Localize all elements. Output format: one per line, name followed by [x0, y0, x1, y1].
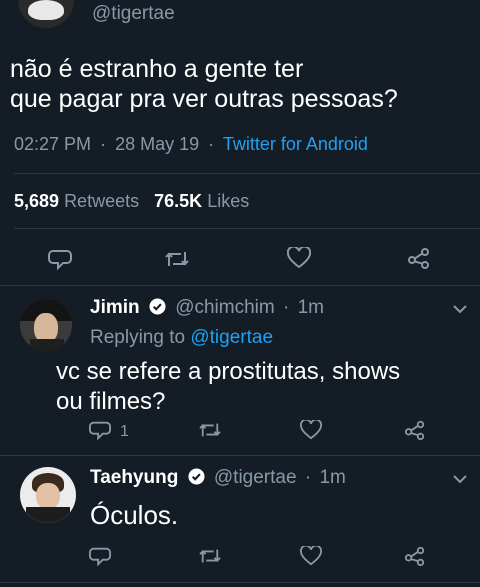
divider [14, 173, 480, 174]
share-icon[interactable] [407, 246, 431, 270]
reply2-text: Óculos. [90, 500, 179, 530]
reply1-text-line: ou filmes? [56, 388, 166, 415]
retweet-icon[interactable] [164, 248, 190, 270]
tweet-timestamp-row: 02:27 PM · 28 May 19 · Twitter for Andro… [14, 134, 368, 155]
likes-stat[interactable]: 76.5K Likes [154, 191, 249, 211]
reply2-author-handle[interactable]: @tigertae [214, 467, 297, 488]
taehyung-avatar[interactable] [20, 467, 76, 523]
chevron-down-icon[interactable] [452, 304, 468, 314]
separator-dot: · [208, 134, 215, 154]
reply1-author-handle[interactable]: @chimchim [175, 297, 275, 318]
separator-dot: · [100, 134, 107, 154]
heart-icon[interactable] [300, 420, 322, 440]
main-tweet-text: não é estranho a gente ter que pagar pra… [10, 54, 398, 114]
verified-badge-icon [188, 468, 205, 485]
heart-icon[interactable] [287, 247, 311, 269]
reply-icon[interactable] [89, 419, 111, 441]
reply2-header: Taehyung @tigertae · 1m [90, 467, 346, 489]
reply1-text: vc se refere a prostitutas, shows ou fil… [56, 357, 400, 417]
verified-badge-icon [149, 298, 166, 315]
reply1-time: 1m [297, 297, 325, 318]
retweets-count: 5,689 [14, 191, 60, 211]
reply1-header: Jimin @chimchim · 1m [90, 297, 324, 319]
replying-to-label: Replying to [90, 327, 186, 348]
share-icon[interactable] [404, 545, 426, 567]
tweet-time: 02:27 PM [14, 134, 92, 154]
retweet-icon[interactable] [198, 420, 222, 440]
separator-dot: · [283, 297, 290, 318]
divider [0, 582, 480, 583]
reply-icon[interactable] [48, 247, 72, 271]
main-tweet-avatar[interactable] [18, 0, 74, 28]
tweet-stats-row: 5,689 Retweets 76.5K Likes [14, 191, 249, 212]
chevron-down-icon[interactable] [452, 474, 468, 484]
reply-icon[interactable] [89, 545, 111, 567]
replying-to-handle[interactable]: @tigertae [190, 327, 273, 348]
tweet-source-link[interactable]: Twitter for Android [223, 134, 368, 154]
heart-icon[interactable] [300, 546, 322, 566]
divider [14, 228, 480, 229]
jimin-avatar[interactable] [20, 299, 72, 351]
reply2-time: 1m [319, 467, 346, 488]
likes-label: Likes [207, 191, 250, 211]
separator-dot: · [304, 467, 312, 488]
tweet-date: 28 May 19 [115, 134, 200, 154]
divider [0, 285, 480, 286]
reply1-author-name[interactable]: Jimin [90, 297, 140, 318]
retweet-icon[interactable] [198, 546, 222, 566]
share-icon[interactable] [404, 419, 426, 441]
likes-count: 76.5K [154, 191, 203, 211]
retweets-label: Retweets [64, 191, 140, 211]
reply1-text-line: vc se refere a prostitutas, shows [56, 358, 401, 385]
main-tweet-text-line: não é estranho a gente ter [10, 55, 304, 83]
reply1-reply-count: 1 [120, 423, 129, 440]
main-tweet-text-line: que pagar pra ver outras pessoas? [10, 85, 398, 113]
divider [0, 455, 480, 456]
main-tweet-handle[interactable]: @tigertae [92, 3, 175, 25]
replying-to: Replying to @tigertae [90, 327, 273, 349]
retweets-stat[interactable]: 5,689 Retweets [14, 191, 144, 211]
reply2-author-name[interactable]: Taehyung [90, 467, 178, 488]
